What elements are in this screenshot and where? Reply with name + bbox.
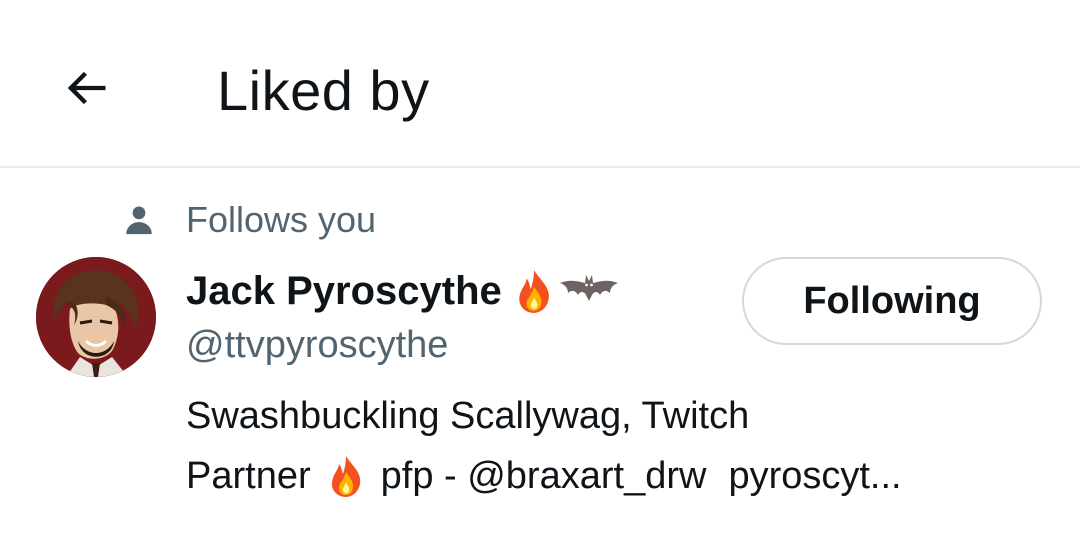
header: Liked by <box>0 0 1080 168</box>
display-name-row[interactable]: Jack Pyroscythe <box>186 266 620 316</box>
avatar[interactable] <box>36 257 156 377</box>
user-bio: Swashbuckling Scallywag, Twitch Partner … <box>186 386 1056 506</box>
back-button[interactable] <box>46 48 126 128</box>
fire-icon <box>519 270 549 313</box>
bio-line-1: Swashbuckling Scallywag, Twitch <box>186 395 750 437</box>
person-icon <box>126 206 152 235</box>
follows-you-label: Follows you <box>186 199 377 240</box>
bio-text-link-truncated: pyroscyt... <box>728 455 902 497</box>
following-button[interactable]: Following <box>742 257 1042 345</box>
avatar-image <box>36 257 156 377</box>
bio-text-partner: Partner <box>186 455 311 497</box>
user-handle[interactable]: @ttvpyroscythe <box>186 320 448 370</box>
bio-text-pfp-credit: pfp - @braxart_drw <box>380 455 707 497</box>
fire-icon <box>331 456 360 497</box>
arrow-left-icon <box>67 71 106 105</box>
display-name[interactable]: Jack Pyroscythe <box>186 266 502 316</box>
follows-you-indicator: Follows you <box>122 198 376 242</box>
page-title: Liked by <box>217 59 430 122</box>
user-cell[interactable]: Follows you Jack Pyroscythe @ttvpyroscyt… <box>0 170 1080 535</box>
bat-icon <box>559 275 618 301</box>
bio-line-2: Partner pfp - @braxart_drw pyroscyt... <box>186 446 1056 506</box>
